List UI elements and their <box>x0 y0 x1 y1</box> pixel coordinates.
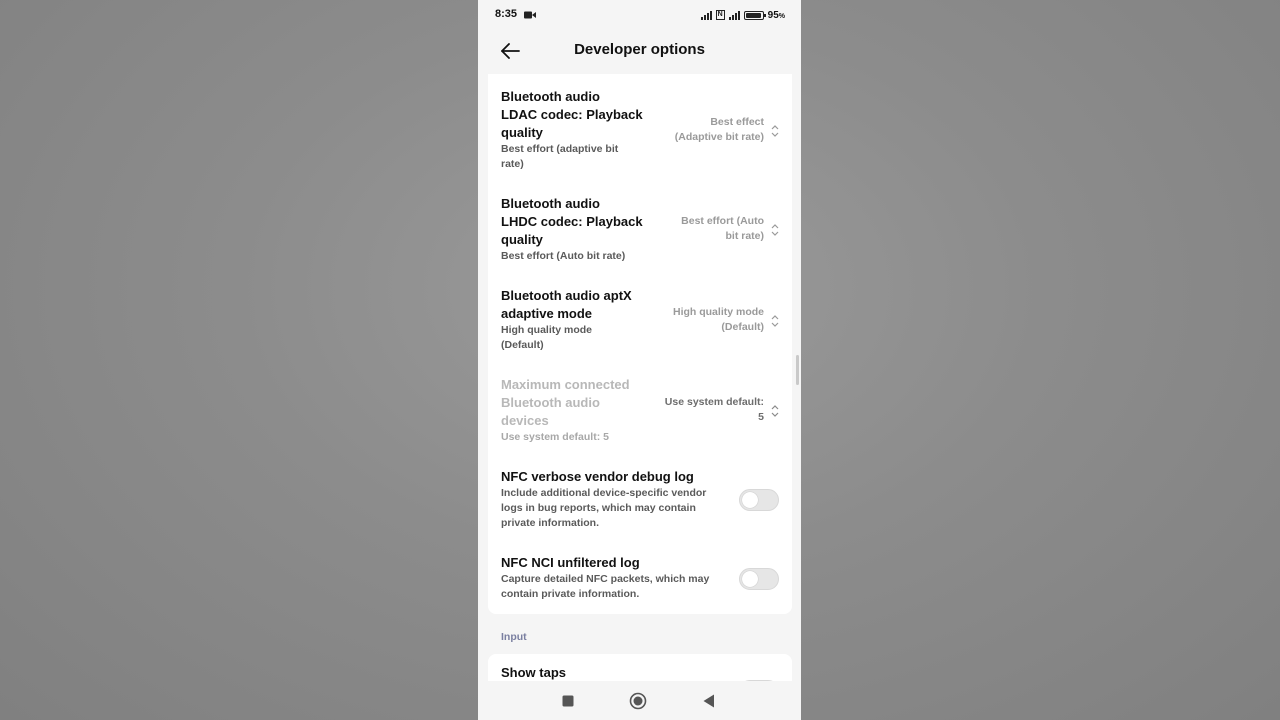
status-icons: N 95% <box>700 8 785 22</box>
setting-value: Best effect (Adaptive bit rate) <box>675 115 764 145</box>
setting-title: Maximum connected Bluetooth audio device… <box>501 376 630 430</box>
setting-subtitle: Capture detailed NFC packets, which may … <box>501 572 709 602</box>
setting-lhdc-quality[interactable]: Bluetooth audio LHDC codec: Playback qua… <box>488 195 792 275</box>
setting-subtitle: Include additional device-specific vendo… <box>501 486 706 531</box>
page-title: Developer options <box>574 41 705 58</box>
battery-value: 95 <box>767 9 779 21</box>
subtitle-line: logs in bug reports, which may contain <box>501 502 696 514</box>
subtitle-line: Use system default: 5 <box>501 431 609 443</box>
toggle-knob <box>742 571 758 587</box>
video-camera-icon <box>524 11 536 19</box>
chevron-up-down-icon <box>771 405 779 417</box>
subtitle-line: (Default) <box>501 339 544 351</box>
setting-title: NFC verbose vendor debug log <box>501 469 694 484</box>
chevron-up-down-icon <box>771 315 779 327</box>
setting-title: Bluetooth audio LDAC codec: Playback qua… <box>501 88 643 142</box>
setting-title: Show taps <box>501 665 567 680</box>
title-line: LDAC codec: Playback <box>501 107 643 122</box>
home-circle-icon[interactable] <box>628 691 648 711</box>
subtitle-line: contain private information. <box>501 588 640 600</box>
signal-icon <box>728 10 740 20</box>
setting-title: Bluetooth audio aptX adaptive mode <box>501 287 632 323</box>
value-line: High quality mode <box>672 306 764 318</box>
setting-ldac-quality[interactable]: Bluetooth audio LDAC codec: Playback qua… <box>488 88 792 188</box>
title-line: adaptive mode <box>501 306 593 321</box>
setting-subtitle: Best effort (Auto bit rate) <box>501 249 625 264</box>
navigation-bar <box>478 681 801 720</box>
battery-unit: % <box>778 12 785 20</box>
setting-subtitle: Use system default: 5 <box>501 430 609 445</box>
nfc-icon: N <box>715 10 725 20</box>
value-line: (Adaptive bit rate) <box>674 131 764 143</box>
setting-value: Best effort (Auto bit rate) <box>681 214 764 244</box>
phone-screen: 8:35 N 95% Developer options Bluetooth a… <box>478 0 801 720</box>
section-header-input: Input <box>501 631 527 643</box>
setting-subtitle: Best effort (adaptive bit rate) <box>501 142 618 172</box>
value-line: bit rate) <box>725 230 764 242</box>
signal-icon <box>700 10 712 20</box>
status-time: 8:35 <box>495 8 518 20</box>
title-line: Bluetooth audio <box>501 196 600 211</box>
value-line: (Default) <box>721 321 764 333</box>
chevron-up-down-icon <box>771 125 779 137</box>
title-line: quality <box>501 232 543 247</box>
setting-title: NFC NCI unfiltered log <box>501 555 640 570</box>
subtitle-line: rate) <box>501 158 524 170</box>
subtitle-line: Include additional device-specific vendo… <box>501 487 707 499</box>
toggle-knob <box>742 492 758 508</box>
title-line: devices <box>501 413 549 428</box>
title-line: LHDC codec: Playback <box>501 214 643 229</box>
setting-aptx-mode[interactable]: Bluetooth audio aptX adaptive mode High … <box>488 287 792 367</box>
title-line: Bluetooth audio <box>501 89 600 104</box>
value-line: Best effort (Auto <box>681 215 764 227</box>
back-triangle-icon[interactable] <box>699 691 719 711</box>
battery-percent: 95% <box>768 10 785 21</box>
subtitle-line: Capture detailed NFC packets, which may <box>501 573 710 585</box>
title-line: Bluetooth audio <box>501 395 600 410</box>
subtitle-line: private information. <box>501 517 600 529</box>
settings-card: Bluetooth audio LDAC codec: Playback qua… <box>488 74 792 614</box>
nfc-nci-log-toggle[interactable] <box>739 568 779 590</box>
value-line: Use system default: <box>664 396 764 408</box>
subtitle-line: Best effort (Auto bit rate) <box>501 250 626 262</box>
setting-nfc-verbose-log[interactable]: NFC verbose vendor debug log Include add… <box>488 468 792 532</box>
setting-subtitle: High quality mode (Default) <box>501 323 592 353</box>
setting-max-bt-devices[interactable]: Maximum connected Bluetooth audio device… <box>488 376 792 456</box>
scrollbar[interactable] <box>796 355 799 385</box>
setting-value: Use system default: 5 <box>665 395 764 425</box>
setting-title: Bluetooth audio LHDC codec: Playback qua… <box>501 195 643 249</box>
setting-nfc-nci-log[interactable]: NFC NCI unfiltered log Capture detailed … <box>488 554 792 604</box>
subtitle-line: High quality mode <box>501 324 593 336</box>
status-bar: 8:35 N 95% <box>478 0 801 30</box>
setting-value: High quality mode (Default) <box>673 305 764 335</box>
app-header: Developer options <box>478 30 801 72</box>
recents-square-icon[interactable] <box>558 691 578 711</box>
title-line: Maximum connected <box>501 377 630 392</box>
chevron-up-down-icon <box>771 224 779 236</box>
title-line: quality <box>501 125 543 140</box>
title-line: Bluetooth audio aptX <box>501 288 632 303</box>
battery-icon <box>743 10 766 20</box>
value-line: 5 <box>758 411 764 423</box>
value-line: Best effect <box>710 116 764 128</box>
subtitle-line: Best effort (adaptive bit <box>501 143 619 155</box>
nfc-verbose-log-toggle[interactable] <box>739 489 779 511</box>
